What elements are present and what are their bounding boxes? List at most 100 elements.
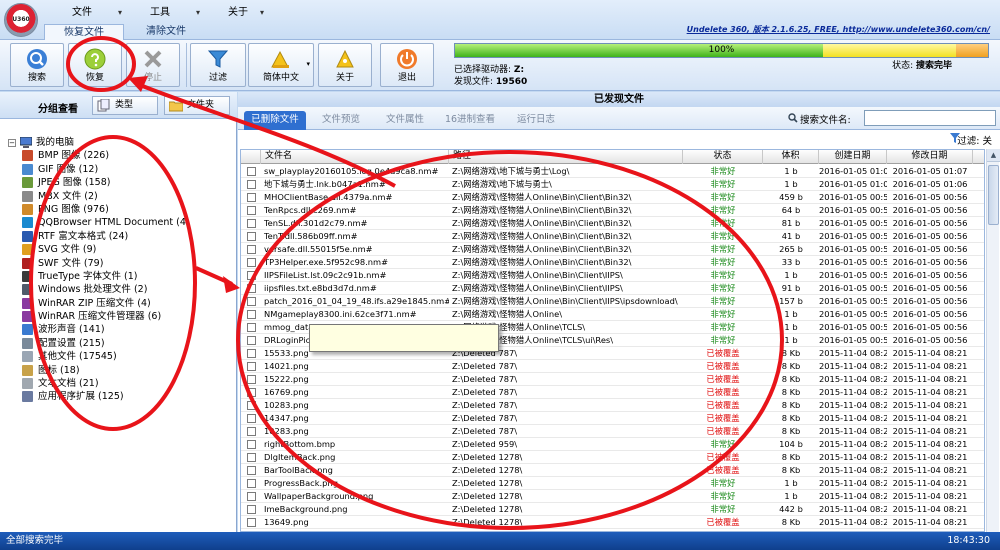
col-size[interactable]: 体积 [763,150,819,164]
tree-item[interactable]: 图标 (18) [22,364,142,377]
tree-item[interactable]: 波形声音 (141) [22,323,142,336]
tab-wipe-files[interactable]: 清除文件 [126,24,206,40]
tree-item[interactable]: Windows 批处理文件 (2) [22,283,147,296]
row-checkbox[interactable] [247,167,256,176]
table-row[interactable]: TenRpcs.dll.c269.nm# Z:\网络游戏\怪物猎人Online\B… [241,204,984,217]
table-row[interactable]: rightBottom.bmp Z:\Deleted 959\ 非常好 104 b 20… [241,438,984,451]
language-button[interactable]: 简体中文 ▾ [248,43,314,87]
tab-hex-view[interactable]: 16进制查看 [438,111,502,130]
vertical-scrollbar[interactable]: ▲ [986,149,1000,532]
row-checkbox[interactable] [247,232,256,241]
table-row[interactable]: 10283.png Z:\Deleted 787\ 已被覆盖 8 Kb 2015-11-… [241,425,984,438]
tree-item[interactable]: TrueType 字体文件 (1) [22,270,142,283]
table-row[interactable]: 13649.png Z:\Deleted 1278\ 已被覆盖 8 Kb 2015-11… [241,516,984,529]
row-checkbox[interactable] [247,518,256,527]
tree-item[interactable]: WinRAR ZIP 压缩文件 (4) [22,297,151,310]
row-checkbox[interactable] [247,375,256,384]
row-checkbox[interactable] [247,492,256,501]
table-row[interactable]: IIPSFileList.lst.09c2c91b.nm# Z:\网络游戏\怪物猎… [241,269,984,282]
tab-recover-files[interactable]: 恢复文件 [44,24,124,40]
tree-item[interactable]: SWF 文件 (79) [22,257,142,270]
row-checkbox[interactable] [247,193,256,202]
tab-file-properties[interactable]: 文件属性 [374,111,436,130]
row-checkbox[interactable] [247,284,256,293]
tree-item[interactable]: WinRAR 压缩文件管理器 (6) [22,310,161,323]
col-status[interactable]: 状态 [683,150,763,164]
row-checkbox[interactable] [247,219,256,228]
row-checkbox[interactable] [247,427,256,436]
tree-item[interactable]: JPEG 图像 (158) [22,176,142,189]
table-row[interactable]: 15222.png Z:\Deleted 787\ 已被覆盖 8 Kb 2015-11-… [241,373,984,386]
table-row[interactable]: sw_playplay20160105.log.0e4a9ca8.nm# Z:\网… [241,165,984,178]
table-row[interactable]: TenT.dll.586b09ff.nm# Z:\网络游戏\怪物猎人Online\… [241,230,984,243]
group-by-folder-button[interactable]: 文件夹 [164,96,230,115]
table-row[interactable]: iipsfiles.txt.e8bd3d7d.nm# Z:\网络游戏\怪物猎人On… [241,282,984,295]
row-checkbox[interactable] [247,388,256,397]
collapse-icon[interactable]: − [8,139,16,147]
tree-item[interactable]: MBX 文件 (2) [22,190,142,203]
row-checkbox[interactable] [247,349,256,358]
table-row[interactable]: TenSL.dll.301d2c79.nm# Z:\网络游戏\怪物猎人Online… [241,217,984,230]
version-link[interactable]: Undelete 360, 版本 2.1.6.25, FREE, http://… [687,24,990,35]
table-row[interactable]: 地下城与勇士.lnk.b047a1.nm# Z:\网络游戏\地下城与勇士\ 非常好 1… [241,178,984,191]
tree-item[interactable]: BMP 图像 (226) [22,149,142,162]
row-checkbox[interactable] [247,258,256,267]
row-checkbox[interactable] [247,245,256,254]
tab-file-preview[interactable]: 文件预览 [310,111,372,130]
table-row[interactable]: ImeBackground.png Z:\Deleted 1278\ 非常好 442 … [241,503,984,516]
tab-deleted-files[interactable]: 已删除文件 [244,111,306,130]
tree-item[interactable]: RTF 富文本格式 (24) [22,230,142,243]
tree-item[interactable]: QQBrowser HTML Document (4) [22,216,190,229]
row-checkbox[interactable] [247,401,256,410]
row-checkbox[interactable] [247,297,256,306]
col-filename[interactable]: 文件名 [261,150,449,164]
file-search-input[interactable] [864,110,996,126]
row-checkbox[interactable] [247,271,256,280]
tree-item[interactable]: GIF 图像 (12) [22,163,142,176]
row-checkbox[interactable] [247,362,256,371]
table-row[interactable]: 14347.png Z:\Deleted 787\ 已被覆盖 8 Kb 2015-11-… [241,412,984,425]
table-row[interactable]: 14021.png Z:\Deleted 787\ 已被覆盖 8 Kb 2015-11-… [241,360,984,373]
scroll-up-icon[interactable]: ▲ [987,149,1000,162]
menu-tools[interactable]: 工具 ▾ [150,5,200,21]
tree-item[interactable]: PNG 图像 (976) [22,203,142,216]
search-button[interactable]: 搜索 [10,43,64,87]
table-row[interactable]: WallpaperBackground.png Z:\Deleted 1278\ 非… [241,490,984,503]
table-row[interactable]: NMgameplay8300.ini.62ce3f71.nm# Z:\网络游戏\怪… [241,308,984,321]
table-row[interactable]: versafe.dll.55015f5e.nm# Z:\网络游戏\怪物猎人Onli… [241,243,984,256]
table-row[interactable]: TP3Helper.exe.5f952c98.nm# Z:\网络游戏\怪物猎人On… [241,256,984,269]
row-checkbox[interactable] [247,180,256,189]
tree-item[interactable]: 配置设置 (215) [22,337,142,350]
group-by-type-button[interactable]: 类型 [92,96,158,115]
row-checkbox[interactable] [247,466,256,475]
filter-button[interactable]: 过滤 [190,43,246,87]
tab-run-log[interactable]: 运行日志 [506,111,566,130]
col-modified[interactable]: 修改日期 [887,150,973,164]
table-row[interactable]: MHOClientBase.dll.4379a.nm# Z:\网络游戏\怪物猎人O… [241,191,984,204]
menu-about[interactable]: 关于 ▾ [228,5,264,21]
row-checkbox[interactable] [247,310,256,319]
row-checkbox[interactable] [247,505,256,514]
tree-item[interactable]: SVG 文件 (9) [22,243,142,256]
table-row[interactable]: ProgressBack.png Z:\Deleted 1278\ 非常好 1 b 20… [241,477,984,490]
table-row[interactable]: DlgItemBack.png Z:\Deleted 1278\ 已被覆盖 8 Kb 2… [241,451,984,464]
row-checkbox[interactable] [247,323,256,332]
row-checkbox[interactable] [247,206,256,215]
row-checkbox[interactable] [247,453,256,462]
tree-item[interactable]: 其他文件 (17545) [22,350,142,363]
about-button[interactable]: 关于 [318,43,372,87]
table-row[interactable]: 16769.png Z:\Deleted 787\ 已被覆盖 8 Kb 2015-11-… [241,386,984,399]
row-checkbox[interactable] [247,336,256,345]
menu-file[interactable]: 文件 ▾ [72,5,122,21]
row-checkbox[interactable] [247,479,256,488]
table-row[interactable]: BarToolBack.png Z:\Deleted 1278\ 已被覆盖 8 Kb 2… [241,464,984,477]
tree-item[interactable]: 文本文档 (21) [22,377,142,390]
col-created[interactable]: 创建日期 [819,150,887,164]
row-checkbox[interactable] [247,440,256,449]
exit-button[interactable]: 退出 [380,43,434,87]
stop-button[interactable]: 停止 [126,43,180,87]
filter-status[interactable]: 过滤: 关 [957,133,992,147]
scroll-thumb[interactable] [988,165,999,225]
row-checkbox[interactable] [247,414,256,423]
recover-button[interactable]: 恢复 [68,43,122,87]
